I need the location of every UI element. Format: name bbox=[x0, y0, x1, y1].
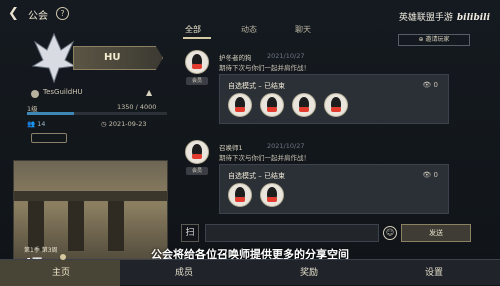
invite-player-button[interactable]: ⊕ 邀请玩家 bbox=[398, 34, 470, 46]
post-author: 召唤师1 bbox=[219, 144, 243, 152]
match-card[interactable]: 自选模式 – 已结束 👁 0 bbox=[219, 74, 449, 124]
creation-date-value: 2021-09-23 bbox=[108, 120, 147, 128]
member-role-badge: 会员 bbox=[186, 167, 208, 175]
bridge-pillar bbox=[28, 201, 44, 251]
activity-feed[interactable]: 会员 护冬者的狗 2021/10/27 期待下次与你们一起并肩作战！ 自选模式 … bbox=[175, 44, 475, 240]
chat-input[interactable] bbox=[205, 224, 379, 242]
user-avatar[interactable] bbox=[185, 140, 209, 164]
back-arrow-icon[interactable]: ❮ bbox=[8, 7, 22, 21]
match-card[interactable]: 自选模式 – 已结束 👁 0 bbox=[219, 164, 449, 214]
view-count-value: 0 bbox=[433, 171, 438, 179]
chat-composer: 扫 ☺ 发送 bbox=[175, 222, 475, 244]
send-button[interactable]: 发送 bbox=[401, 224, 471, 242]
bridge-deck bbox=[14, 191, 167, 201]
nav-home[interactable]: 主页 bbox=[52, 265, 70, 278]
tab-all[interactable]: 全部 bbox=[185, 24, 201, 35]
page-title: 公会 bbox=[28, 11, 48, 22]
view-count-value: 0 bbox=[433, 81, 438, 89]
invite-player-label: 邀请玩家 bbox=[425, 36, 450, 43]
match-card-title: 自选模式 – 已结束 bbox=[228, 82, 285, 90]
player-avatar[interactable] bbox=[228, 183, 252, 207]
tab-chat[interactable]: 聊天 bbox=[295, 24, 311, 35]
view-count: 👁 0 bbox=[422, 171, 438, 179]
view-count: 👁 0 bbox=[422, 81, 438, 89]
guild-emblem-icon bbox=[31, 32, 77, 84]
guild-crest-icon bbox=[31, 90, 39, 98]
post-author: 护冬者的狗 bbox=[219, 54, 252, 62]
player-avatar[interactable] bbox=[260, 93, 284, 117]
bottom-nav: 主页 成员 奖励 设置 bbox=[0, 254, 500, 286]
post-time: 2021/10/27 bbox=[267, 142, 305, 150]
player-avatar[interactable] bbox=[292, 93, 316, 117]
member-role-badge: 会员 bbox=[186, 77, 208, 85]
match-players bbox=[228, 93, 356, 119]
guild-full-name: TesGuildHU bbox=[43, 88, 83, 96]
guild-exp-fill bbox=[27, 112, 75, 115]
creation-date: ◷ 2021-09-23 bbox=[101, 120, 147, 128]
guild-action-button[interactable] bbox=[31, 133, 67, 143]
post-text: 期待下次与你们一起并肩作战！ bbox=[219, 154, 310, 162]
nav-members[interactable]: 成员 bbox=[175, 265, 193, 278]
post-text: 期待下次与你们一起并肩作战！ bbox=[219, 64, 310, 72]
post-time: 2021/10/27 bbox=[267, 52, 305, 60]
player-avatar[interactable] bbox=[324, 93, 348, 117]
member-count-value: 14 bbox=[37, 120, 46, 128]
guild-name-plate: HU bbox=[73, 46, 163, 70]
nav-indicator bbox=[60, 254, 66, 260]
player-avatar[interactable] bbox=[260, 183, 284, 207]
match-players bbox=[228, 183, 292, 209]
user-avatar[interactable] bbox=[185, 50, 209, 74]
warning-icon[interactable]: ▲ bbox=[146, 88, 152, 97]
guild-exp-bar bbox=[27, 112, 167, 115]
guild-exp: 1350 / 4000 bbox=[117, 103, 157, 111]
help-icon[interactable]: ? bbox=[56, 7, 69, 20]
emoji-icon[interactable]: ☺ bbox=[383, 226, 397, 240]
guild-short-name: HU bbox=[104, 52, 121, 63]
player-avatar[interactable] bbox=[228, 93, 252, 117]
match-card-title: 自选模式 – 已结束 bbox=[228, 172, 285, 180]
bridge-pillar bbox=[108, 201, 124, 251]
activity-panel: 全部 动态 聊天 会员 护冬者的狗 2021/10/27 期待下次与你们一起并肩… bbox=[175, 20, 475, 250]
bridge-pillar bbox=[68, 201, 84, 251]
nav-settings[interactable]: 设置 bbox=[425, 265, 443, 278]
member-count: 👥 14 bbox=[27, 120, 46, 128]
guild-info-panel: HU TesGuildHU ▲ 1级 1350 / 4000 👥 14 ◷ 20… bbox=[13, 30, 168, 270]
left-action-button[interactable]: 扫 bbox=[181, 224, 199, 242]
active-tab-underline bbox=[183, 37, 211, 39]
nav-rewards[interactable]: 奖励 bbox=[300, 265, 318, 278]
tab-updates[interactable]: 动态 bbox=[241, 24, 257, 35]
